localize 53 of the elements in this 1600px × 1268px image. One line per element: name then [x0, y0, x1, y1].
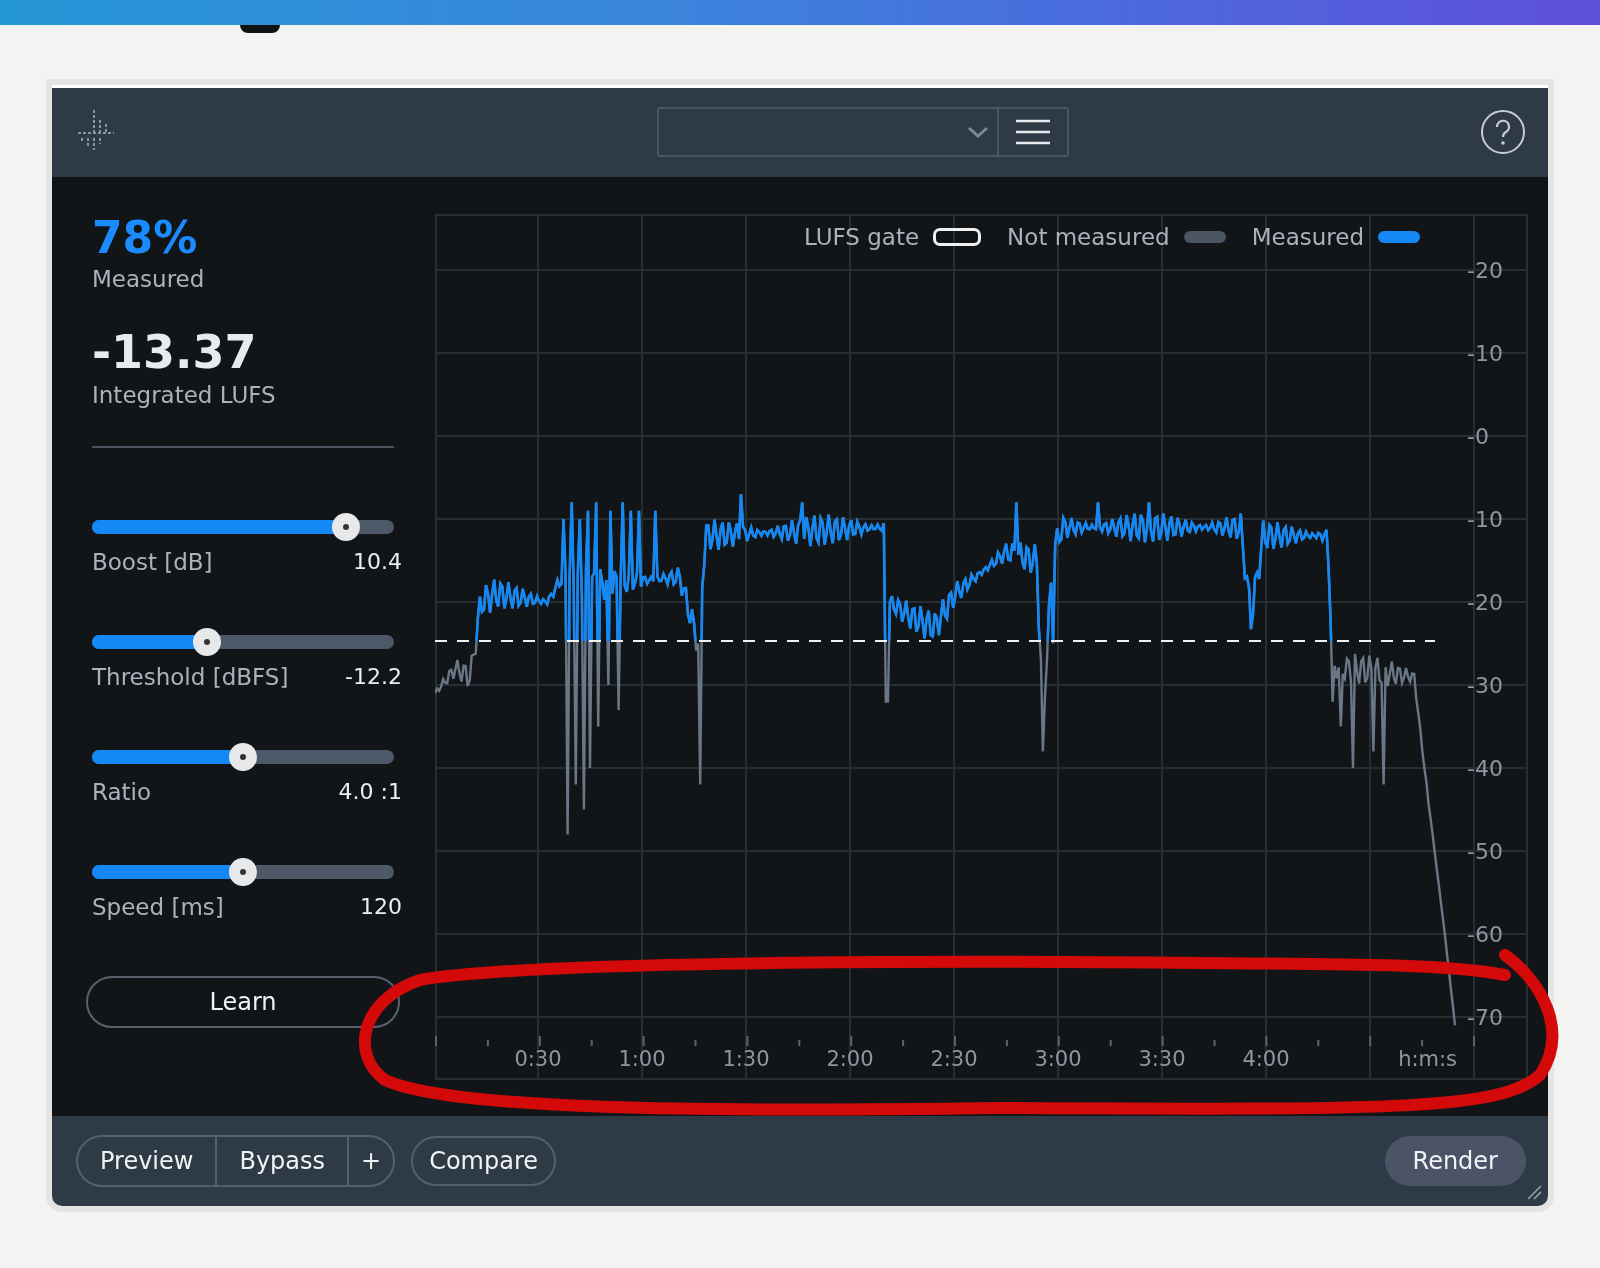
menu-button[interactable] [999, 107, 1069, 158]
slider-thumb[interactable] [229, 742, 257, 771]
slider-thumb[interactable] [331, 512, 360, 541]
dark-shape [240, 25, 280, 33]
learn-button[interactable]: Learn [86, 975, 400, 1028]
legend-label: Not measured [1007, 223, 1170, 250]
render-button[interactable]: Render [1384, 1135, 1526, 1186]
x-axis-label: 1:30 [722, 1046, 770, 1071]
help-icon[interactable] [1480, 109, 1526, 156]
y-axis-label: -20 [1467, 257, 1503, 283]
resize-grip-icon[interactable] [1526, 1184, 1542, 1200]
toolbar-button[interactable]: Bypass [217, 1136, 350, 1185]
menu-icon [1016, 119, 1050, 146]
y-axis-label: -0 [1467, 423, 1489, 449]
legend-swatch [1378, 230, 1420, 243]
x-axis-label: 3:00 [1034, 1046, 1082, 1071]
y-axis-label: -40 [1467, 755, 1503, 781]
slider-value: 4.0 :1 [338, 778, 402, 805]
time-unit-label: h:m:s [1398, 1046, 1457, 1071]
x-axis-label: 3:30 [1138, 1046, 1186, 1071]
compare-button[interactable]: Compare [411, 1135, 557, 1186]
slider-value: 10.4 [353, 548, 402, 575]
x-axis-label: 2:30 [930, 1046, 978, 1071]
legend-swatch [933, 227, 982, 246]
legend-label: Measured [1251, 223, 1364, 250]
x-axis-label: 1:00 [618, 1046, 666, 1071]
y-axis-label: -30 [1467, 672, 1503, 698]
slider-value: 120 [360, 893, 402, 920]
legend-swatch [1183, 230, 1226, 243]
y-axis-label: -10 [1467, 506, 1503, 532]
x-axis-label: 0:30 [514, 1046, 562, 1071]
integrated-lufs-value: -13.37 [92, 323, 258, 380]
slider-value: -12.2 [345, 663, 402, 690]
slider-label: Threshold [dBFS] [92, 663, 289, 690]
slider-label: Boost [dB] [92, 548, 213, 575]
integrated-lufs-label: Integrated LUFS [92, 380, 277, 410]
chevron-down-icon [967, 125, 989, 140]
y-axis-label: -50 [1467, 838, 1503, 864]
measured-label: Measured [92, 264, 206, 294]
toolbar-button[interactable]: Preview [78, 1136, 218, 1185]
y-axis-label: -60 [1467, 921, 1503, 947]
y-axis-label: -20 [1467, 589, 1503, 615]
slider-label: Speed [ms] [92, 893, 224, 920]
slider-thumb[interactable] [192, 627, 221, 656]
y-axis-label: -70 [1467, 1004, 1503, 1030]
measured-percent: 78% [92, 211, 199, 264]
x-axis-label: 2:00 [826, 1046, 874, 1071]
toolbar-button[interactable]: + [349, 1136, 394, 1185]
x-axis-label: 4:00 [1242, 1046, 1290, 1071]
slider-label: Ratio [92, 778, 152, 805]
y-axis-label: -10 [1467, 340, 1503, 366]
legend-label: LUFS gate [804, 223, 920, 250]
slider-thumb[interactable] [229, 857, 257, 886]
